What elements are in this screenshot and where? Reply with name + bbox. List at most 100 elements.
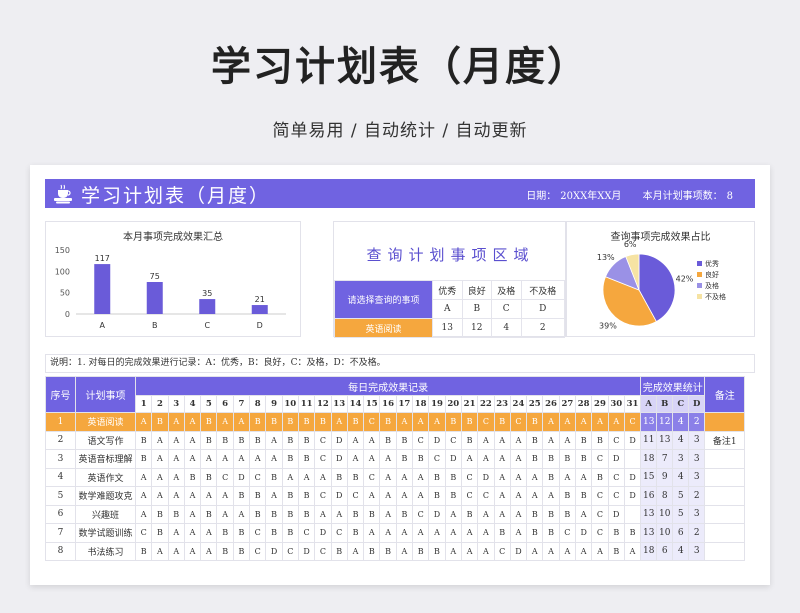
daily-mark-cell[interactable]: A [200,449,218,469]
daily-mark-cell[interactable]: A [151,449,169,469]
daily-mark-cell[interactable]: B [444,486,462,506]
daily-mark-cell[interactable]: C [460,486,479,506]
daily-mark-cell[interactable]: A [542,430,560,450]
daily-mark-cell[interactable]: B [428,486,446,506]
daily-mark-cell[interactable]: B [249,504,267,524]
daily-mark-cell[interactable]: B [542,449,560,469]
daily-mark-cell[interactable]: D [265,541,283,561]
daily-mark-cell[interactable]: D [330,430,348,450]
daily-mark-cell[interactable]: A [314,504,332,524]
daily-mark-cell[interactable]: C [444,430,462,450]
daily-mark-cell[interactable]: A [363,449,381,469]
daily-mark-cell[interactable]: C [249,467,267,487]
daily-mark-cell[interactable]: B [428,467,446,487]
daily-mark-cell[interactable]: A [183,449,202,469]
daily-mark-cell[interactable]: B [281,430,299,450]
daily-mark-cell[interactable]: D [575,523,593,543]
daily-mark-cell[interactable]: A [526,541,544,561]
daily-mark-cell[interactable]: A [575,412,593,432]
stat-cell[interactable]: 12 [656,412,674,432]
daily-mark-cell[interactable]: B [395,504,414,524]
daily-mark-cell[interactable]: A [558,467,577,487]
daily-mark-cell[interactable]: D [444,449,462,469]
daily-mark-cell[interactable]: A [542,412,560,432]
daily-mark-cell[interactable]: B [281,449,299,469]
daily-mark-cell[interactable]: A [183,523,202,543]
daily-mark-cell[interactable]: A [363,486,381,506]
daily-mark-cell[interactable]: A [558,541,577,561]
daily-mark-cell[interactable]: A [395,541,414,561]
daily-mark-cell[interactable]: B [428,541,446,561]
stat-cell[interactable]: 6 [672,523,690,543]
row-item-cell[interactable]: 兴趣班 [75,504,136,524]
daily-mark-cell[interactable]: C [346,486,365,506]
stat-cell[interactable]: 3 [688,467,706,487]
daily-mark-cell[interactable]: B [542,467,560,487]
daily-mark-cell[interactable]: A [509,430,528,450]
daily-mark-cell[interactable]: B [151,412,169,432]
daily-mark-cell[interactable]: A [297,467,316,487]
daily-mark-cell[interactable]: D [509,541,528,561]
daily-mark-cell[interactable]: A [493,449,511,469]
stat-cell[interactable]: 4 [672,541,690,561]
daily-mark-cell[interactable]: C [249,541,267,561]
daily-mark-cell[interactable]: B [297,412,316,432]
daily-mark-cell[interactable]: C [363,467,381,487]
daily-mark-cell[interactable]: A [509,504,528,524]
daily-mark-cell[interactable]: D [330,449,348,469]
daily-mark-cell[interactable]: C [412,430,430,450]
stat-cell[interactable]: 3 [672,449,690,469]
daily-mark-cell[interactable]: B [460,412,479,432]
daily-mark-cell[interactable]: D [330,486,348,506]
daily-mark-cell[interactable]: A [542,486,560,506]
daily-mark-cell[interactable]: C [428,449,446,469]
daily-mark-cell[interactable]: B [542,504,560,524]
daily-mark-cell[interactable]: A [379,449,397,469]
daily-mark-cell[interactable]: C [607,486,625,506]
row-item-cell[interactable]: 书法练习 [75,541,136,561]
stat-cell[interactable]: 8 [656,486,674,506]
row-index-cell[interactable]: 1 [45,412,76,432]
stat-cell[interactable]: 7 [656,449,674,469]
daily-mark-cell[interactable]: A [151,486,169,506]
daily-mark-cell[interactable]: A [167,449,185,469]
daily-mark-cell[interactable]: B [346,412,365,432]
stat-cell[interactable]: 6 [656,541,674,561]
row-index-cell[interactable]: 8 [45,541,76,561]
daily-mark-cell[interactable]: B [363,504,381,524]
daily-mark-cell[interactable]: A [363,430,381,450]
row-index-cell[interactable]: 6 [45,504,76,524]
daily-mark-cell[interactable]: A [591,541,609,561]
daily-mark-cell[interactable]: C [281,541,299,561]
daily-mark-cell[interactable]: A [232,449,251,469]
daily-mark-cell[interactable]: A [477,504,495,524]
daily-mark-cell[interactable]: C [412,504,430,524]
daily-mark-cell[interactable]: A [216,486,234,506]
daily-mark-cell[interactable]: B [134,541,153,561]
daily-mark-cell[interactable]: A [200,486,218,506]
row-index-cell[interactable]: 3 [45,449,76,469]
daily-mark-cell[interactable]: B [575,430,593,450]
daily-mark-cell[interactable]: A [134,467,153,487]
daily-mark-cell[interactable]: A [477,449,495,469]
daily-mark-cell[interactable]: D [232,467,251,487]
daily-mark-cell[interactable]: A [151,541,169,561]
stat-cell[interactable]: 18 [640,449,658,469]
daily-mark-cell[interactable]: A [412,486,430,506]
remark-cell[interactable] [704,486,746,506]
stat-cell[interactable]: 13 [640,412,658,432]
daily-mark-cell[interactable]: A [412,412,430,432]
daily-mark-cell[interactable] [623,504,642,524]
stat-cell[interactable]: 5 [672,504,690,524]
daily-mark-cell[interactable]: A [558,412,577,432]
daily-mark-cell[interactable]: A [379,504,397,524]
daily-mark-cell[interactable]: B [460,504,479,524]
daily-mark-cell[interactable]: B [395,430,414,450]
daily-mark-cell[interactable]: D [623,467,642,487]
daily-mark-cell[interactable]: A [151,467,169,487]
daily-mark-cell[interactable]: D [607,504,625,524]
daily-mark-cell[interactable]: A [249,449,267,469]
daily-mark-cell[interactable]: B [216,523,234,543]
daily-mark-cell[interactable]: B [330,541,348,561]
daily-mark-cell[interactable]: A [183,412,202,432]
